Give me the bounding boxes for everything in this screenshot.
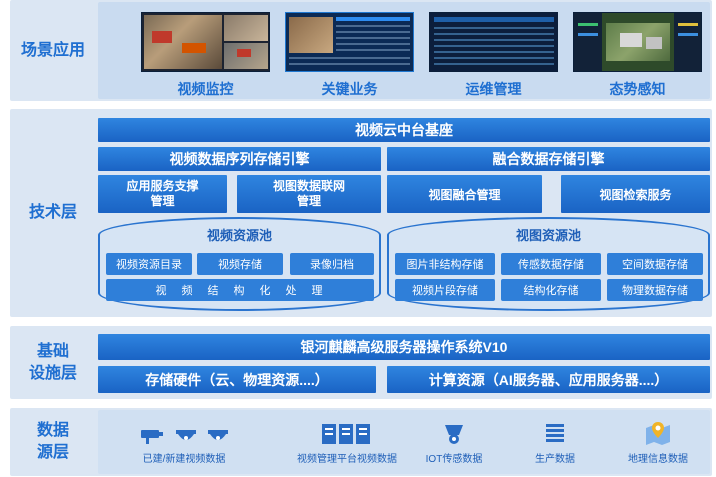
pool-item[interactable]: 录像归档 <box>290 253 374 275</box>
pool-item[interactable]: 图片非结构存储 <box>395 253 495 275</box>
data-layer: 数据 源层 已建/新建视频数据 视频管理平台视频数据 IOT传感数据 生产数据 … <box>10 408 712 476</box>
data-source-iot[interactable]: IOT传感数据 <box>414 420 494 465</box>
pool-item[interactable]: 结构化存储 <box>501 279 601 301</box>
video-resource-pool: 视频资源池 视频资源目录 视频存储 录像归档 视 频 结 构 化 处 理 <box>98 217 381 311</box>
dome-camera-icon <box>208 430 228 440</box>
infra-layer: 基础 设施层 银河麒麟高级服务器操作系统V10 存储硬件（云、物理资源....）… <box>10 326 712 399</box>
data-source-production[interactable]: 生产数据 <box>523 420 587 465</box>
data-source-label: 生产数据 <box>535 454 575 465</box>
scene-card-ops-management[interactable]: 运维管理 <box>429 12 558 99</box>
svc-view-search[interactable]: 视图检索服务 <box>561 175 710 213</box>
dome-camera-icon <box>176 430 196 440</box>
pool-item[interactable]: 视频片段存储 <box>395 279 495 301</box>
map-pin-icon <box>646 422 670 445</box>
scene-card-situational-awareness[interactable]: 态势感知 <box>573 12 702 99</box>
pool-item[interactable]: 空间数据存储 <box>607 253 703 275</box>
situational-awareness-thumbnail <box>573 12 702 72</box>
platform-bar[interactable]: 视频云中台基座 <box>98 118 710 142</box>
tech-layer-content: 视频云中台基座 视频数据序列存储引擎 融合数据存储引擎 应用服务支撑 管理 视图… <box>98 111 710 315</box>
scene-label: 运维管理 <box>465 81 522 97</box>
key-business-thumbnail <box>285 12 414 72</box>
data-source-label: 已建/新建视频数据 <box>142 454 226 465</box>
left-engine-bar[interactable]: 视频数据序列存储引擎 <box>98 147 381 171</box>
pool-item[interactable]: 传感数据存储 <box>501 253 601 275</box>
scene-layer-label: 场景应用 <box>20 41 85 59</box>
svc-app-support[interactable]: 应用服务支撑 管理 <box>98 175 227 213</box>
tech-layer-label: 技术层 <box>28 204 77 221</box>
data-list-icon <box>546 424 564 442</box>
data-layer-label: 数据 源层 <box>36 422 69 461</box>
server-rack-icon <box>322 424 370 444</box>
data-source-label: IOT传感数据 <box>425 454 483 465</box>
storage-bar[interactable]: 存储硬件（云、物理资源....） <box>98 366 376 393</box>
pool-item[interactable]: 视频资源目录 <box>106 253 192 275</box>
svc-view-network[interactable]: 视图数据联网 管理 <box>237 175 381 213</box>
pool-item-wide[interactable]: 视 频 结 构 化 处 理 <box>106 279 374 301</box>
os-bar[interactable]: 银河麒麟高级服务器操作系统V10 <box>98 334 710 360</box>
svc-view-fusion[interactable]: 视图融合管理 <box>387 175 542 213</box>
video-monitoring-thumbnail <box>141 12 270 72</box>
data-source-platform[interactable]: 视频管理平台视频数据 <box>282 420 412 465</box>
scene-card-video-monitoring[interactable]: 视频监控 <box>141 12 270 99</box>
data-source-geo[interactable]: 地理信息数据 <box>618 420 698 465</box>
compute-bar[interactable]: 计算资源（AI服务器、应用服务器....） <box>387 366 710 393</box>
view-resource-pool: 视图资源池 图片非结构存储 传感数据存储 空间数据存储 视频片段存储 结构化存储… <box>387 217 710 311</box>
scene-label: 态势感知 <box>609 81 666 97</box>
data-source-label: 地理信息数据 <box>628 454 688 465</box>
scene-label: 视频监控 <box>177 81 234 97</box>
scene-layer: 场景应用 视频监控 关键业务 运维管理 态势感知 <box>10 0 712 101</box>
scene-card-key-business[interactable]: 关键业务 <box>285 12 414 99</box>
pool-item[interactable]: 物理数据存储 <box>607 279 703 301</box>
bullet-camera-icon <box>141 430 163 444</box>
infra-layer-content: 银河麒麟高级服务器操作系统V10 存储硬件（云、物理资源....） 计算资源（A… <box>98 328 710 397</box>
pool-title: 视图资源池 <box>515 228 581 243</box>
scene-label: 关键业务 <box>321 81 378 97</box>
pool-item[interactable]: 视频存储 <box>197 253 283 275</box>
scene-layer-content: 视频监控 关键业务 运维管理 态势感知 <box>98 2 710 99</box>
ops-management-thumbnail <box>429 12 558 72</box>
data-source-label: 视频管理平台视频数据 <box>297 454 397 465</box>
tech-layer: 技术层 视频云中台基座 视频数据序列存储引擎 融合数据存储引擎 应用服务支撑 管… <box>10 109 712 317</box>
infra-layer-label: 基础 设施层 <box>28 342 77 382</box>
right-engine-bar[interactable]: 融合数据存储引擎 <box>387 147 710 171</box>
data-source-video[interactable]: 已建/新建视频数据 <box>124 420 244 465</box>
data-layer-content: 已建/新建视频数据 视频管理平台视频数据 IOT传感数据 生产数据 地理信息数据 <box>98 410 710 474</box>
iot-sensor-icon <box>445 425 463 444</box>
pool-title: 视频资源池 <box>206 228 272 243</box>
